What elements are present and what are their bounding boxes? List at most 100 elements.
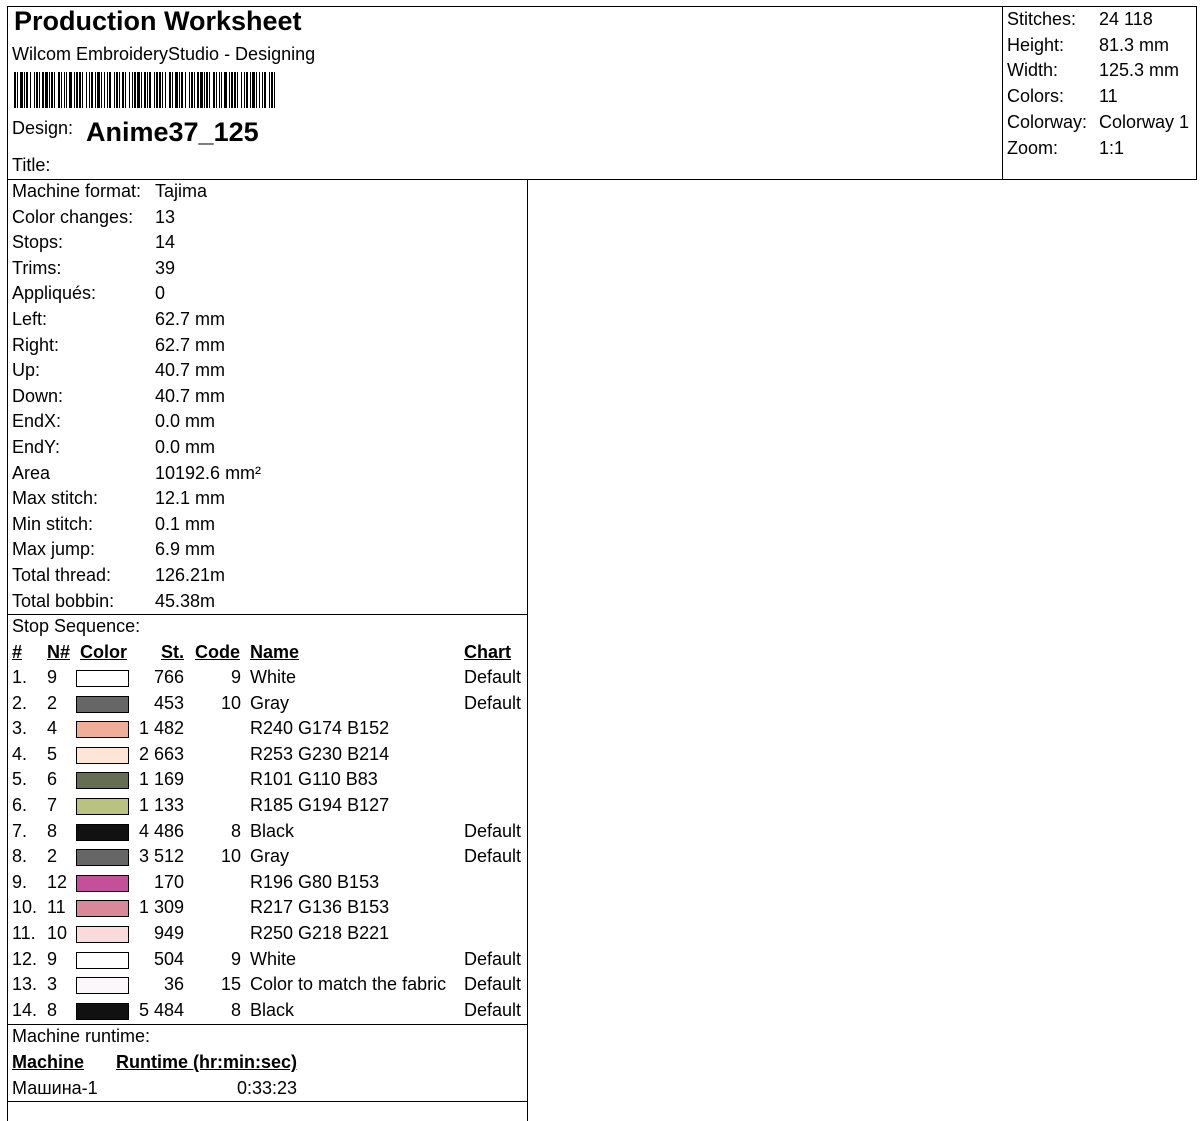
barcode-bar bbox=[76, 72, 78, 108]
row-stitches: 1 482 bbox=[138, 718, 184, 739]
barcode-bar bbox=[189, 72, 190, 108]
barcode-bar bbox=[24, 72, 25, 108]
barcode-bar bbox=[216, 72, 217, 108]
info-label: Zoom: bbox=[1007, 137, 1059, 158]
row-number: 6. bbox=[12, 795, 28, 815]
color-swatch bbox=[76, 823, 129, 841]
row-number: 1. bbox=[12, 667, 28, 687]
stat-label: Right: bbox=[12, 334, 60, 355]
stat-value: 39 bbox=[155, 257, 176, 278]
info-value: Colorway 1 bbox=[1099, 111, 1190, 132]
color-swatch bbox=[76, 695, 129, 713]
color-swatch bbox=[76, 772, 129, 790]
barcode-bar bbox=[185, 72, 186, 108]
info-label: Colors: bbox=[1007, 86, 1065, 107]
col-header-stitches: St. bbox=[161, 642, 185, 662]
row-stitches: 2 663 bbox=[138, 743, 184, 764]
row-chart: Default bbox=[464, 692, 522, 713]
sequence-bottom-divider bbox=[7, 1024, 528, 1025]
row-chart: Default bbox=[464, 820, 522, 841]
row-chart: Default bbox=[464, 948, 522, 969]
barcode-bar bbox=[200, 72, 203, 108]
barcode-bar bbox=[91, 72, 93, 108]
barcode-bar bbox=[36, 72, 38, 108]
runtime-heading: Machine runtime: bbox=[12, 1026, 151, 1046]
info-box-left-border bbox=[1002, 6, 1003, 180]
barcode-bar bbox=[86, 72, 87, 108]
row-code: 8 bbox=[230, 999, 241, 1020]
row-code: 10 bbox=[220, 846, 241, 867]
barcode-bar bbox=[42, 72, 44, 108]
barcode-bar bbox=[34, 72, 35, 108]
info-value: 81.3 mm bbox=[1099, 34, 1170, 55]
machine-runtime: 0:33:23 bbox=[237, 1078, 298, 1098]
barcode-bar bbox=[231, 72, 233, 108]
row-name: R196 G80 B153 bbox=[250, 871, 380, 892]
row-stitches: 36 bbox=[163, 974, 184, 995]
row-code: 9 bbox=[230, 667, 241, 687]
col-header-code: Code bbox=[195, 642, 240, 662]
row-needle: 8 bbox=[47, 820, 58, 841]
info-label: Width: bbox=[1007, 60, 1059, 81]
row-number: 12. bbox=[12, 948, 38, 969]
barcode-bar bbox=[51, 72, 53, 108]
barcode-bar bbox=[82, 72, 83, 108]
barcode-bar bbox=[191, 72, 193, 108]
row-stitches: 1 309 bbox=[138, 897, 184, 918]
row-stitches: 504 bbox=[153, 948, 184, 969]
stat-label: Total bobbin: bbox=[12, 590, 115, 611]
row-name: Gray bbox=[250, 846, 290, 867]
stat-value: 40.7 mm bbox=[155, 360, 226, 381]
barcode-bar bbox=[264, 72, 266, 108]
row-code: 15 bbox=[220, 974, 241, 995]
stat-value: 126.21m bbox=[155, 565, 226, 585]
row-number: 13. bbox=[12, 974, 38, 995]
barcode-bar bbox=[129, 72, 130, 108]
stat-value: 14 bbox=[155, 232, 176, 253]
barcode-bar bbox=[17, 72, 18, 108]
software-name: Wilcom EmbroideryStudio - Designing bbox=[12, 44, 316, 64]
barcode-bar bbox=[101, 72, 102, 108]
row-name: R185 G194 B127 bbox=[250, 795, 390, 815]
color-swatch bbox=[76, 977, 129, 995]
color-swatch bbox=[76, 798, 129, 815]
row-number: 8. bbox=[12, 846, 28, 867]
row-code: 9 bbox=[230, 948, 241, 969]
barcode-bar bbox=[74, 72, 75, 108]
stat-value: 62.7 mm bbox=[155, 334, 226, 355]
barcode-bar bbox=[69, 72, 72, 108]
barcode-image bbox=[14, 72, 275, 108]
barcode-bar bbox=[179, 72, 180, 108]
row-number: 10. bbox=[12, 897, 38, 918]
row-stitches: 949 bbox=[153, 923, 184, 943]
info-value: 24 118 bbox=[1099, 9, 1153, 29]
info-value: 1:1 bbox=[1099, 137, 1125, 158]
color-swatch bbox=[76, 874, 129, 892]
stat-value: 62.7 mm bbox=[155, 309, 226, 329]
info-value: 125.3 mm bbox=[1099, 60, 1180, 81]
stat-label: Down: bbox=[12, 385, 64, 406]
row-name: Black bbox=[250, 820, 295, 841]
row-needle: 11 bbox=[47, 897, 66, 918]
barcode-bar bbox=[169, 72, 171, 108]
row-needle: 6 bbox=[47, 769, 58, 790]
stat-value: 40.7 mm bbox=[155, 385, 226, 406]
barcode-bar bbox=[209, 72, 210, 108]
col-header-color: Color bbox=[80, 642, 127, 662]
barcode-bar bbox=[30, 72, 31, 108]
barcode-bar bbox=[119, 72, 120, 108]
stat-label: Area bbox=[12, 462, 51, 483]
row-needle: 9 bbox=[47, 948, 58, 969]
barcode-bar bbox=[269, 72, 270, 108]
runtime-bottom-divider bbox=[7, 1101, 528, 1102]
row-stitches: 1 133 bbox=[138, 795, 184, 815]
row-stitches: 766 bbox=[153, 667, 184, 687]
barcode-bar bbox=[229, 72, 230, 108]
color-swatch bbox=[76, 721, 129, 739]
row-number: 9. bbox=[12, 871, 28, 892]
barcode-bar bbox=[172, 72, 173, 108]
stats-bottom-divider bbox=[7, 614, 528, 615]
color-swatch bbox=[76, 746, 129, 764]
barcode-bar bbox=[114, 72, 115, 108]
col-header-name: Name bbox=[250, 642, 300, 662]
